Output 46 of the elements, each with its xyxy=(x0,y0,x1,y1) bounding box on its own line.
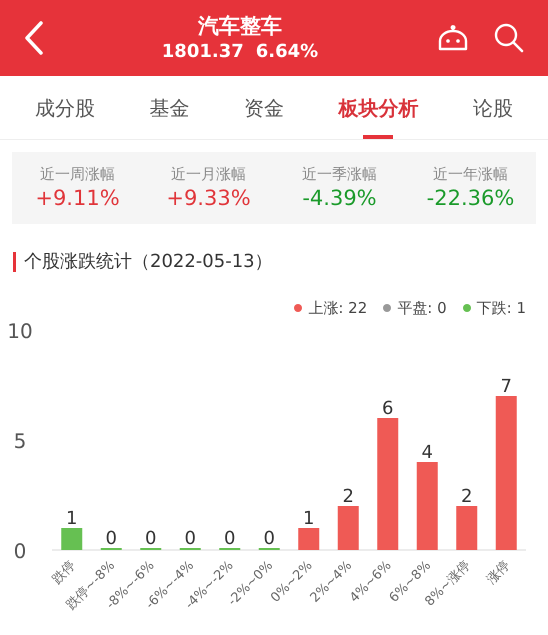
search-icon[interactable] xyxy=(494,23,524,53)
robot-icon[interactable] xyxy=(436,23,470,53)
header-title: 汽车整车 xyxy=(198,13,282,40)
category-label: 跌停 xyxy=(50,558,79,587)
legend-label: 下跌: 1 xyxy=(476,298,526,319)
tab[interactable]: 成分股 xyxy=(35,76,96,139)
stat-value: -22.36% xyxy=(426,185,514,212)
tab[interactable]: 基金 xyxy=(150,76,190,139)
bar-value: 7 xyxy=(500,376,512,396)
bar xyxy=(61,528,82,550)
index-change: 6.64% xyxy=(256,40,318,64)
tab[interactable]: 论股 xyxy=(472,76,513,139)
category-label: 涨停 xyxy=(484,558,514,587)
stat-label: 近一年涨幅 xyxy=(433,164,508,184)
legend-label: 上涨: 22 xyxy=(308,298,368,319)
bar-value: 0 xyxy=(264,528,275,548)
section-title: 个股涨跌统计（2022-05-13） xyxy=(24,250,273,274)
bar xyxy=(298,528,320,550)
tab[interactable]: 板块分析 xyxy=(338,76,418,139)
stat-label: 近一季涨幅 xyxy=(302,164,377,184)
stat-label: 近一月涨幅 xyxy=(171,164,246,184)
bar-value: 4 xyxy=(422,442,433,462)
section-marker xyxy=(13,252,16,272)
tab[interactable]: 资金 xyxy=(244,76,284,139)
bar-value: 0 xyxy=(184,528,196,548)
bar xyxy=(456,506,478,550)
bar-value: 0 xyxy=(145,528,156,548)
bar-value: 1 xyxy=(66,508,78,528)
axis-label: 5 xyxy=(14,428,26,452)
stat-value: +9.33% xyxy=(166,185,251,212)
bar-value: 2 xyxy=(342,486,354,506)
stat-value: +9.11% xyxy=(35,185,120,212)
legend-label: 平盘: 0 xyxy=(397,298,447,319)
axis-label: 0 xyxy=(14,538,26,562)
stat-label: 近一周涨幅 xyxy=(40,164,115,184)
stat-value: -4.39% xyxy=(302,185,377,212)
bar-value: 2 xyxy=(461,486,472,506)
bar-value: 0 xyxy=(224,528,236,548)
bar-value: 1 xyxy=(303,508,314,528)
back-icon[interactable] xyxy=(24,21,44,55)
index-price: 1801.37 xyxy=(162,40,244,64)
bar-value: 0 xyxy=(106,528,117,548)
bar xyxy=(338,506,359,550)
tab-underline xyxy=(363,135,394,139)
axis-label: 10 xyxy=(7,320,33,342)
bar-value: 6 xyxy=(382,398,394,418)
